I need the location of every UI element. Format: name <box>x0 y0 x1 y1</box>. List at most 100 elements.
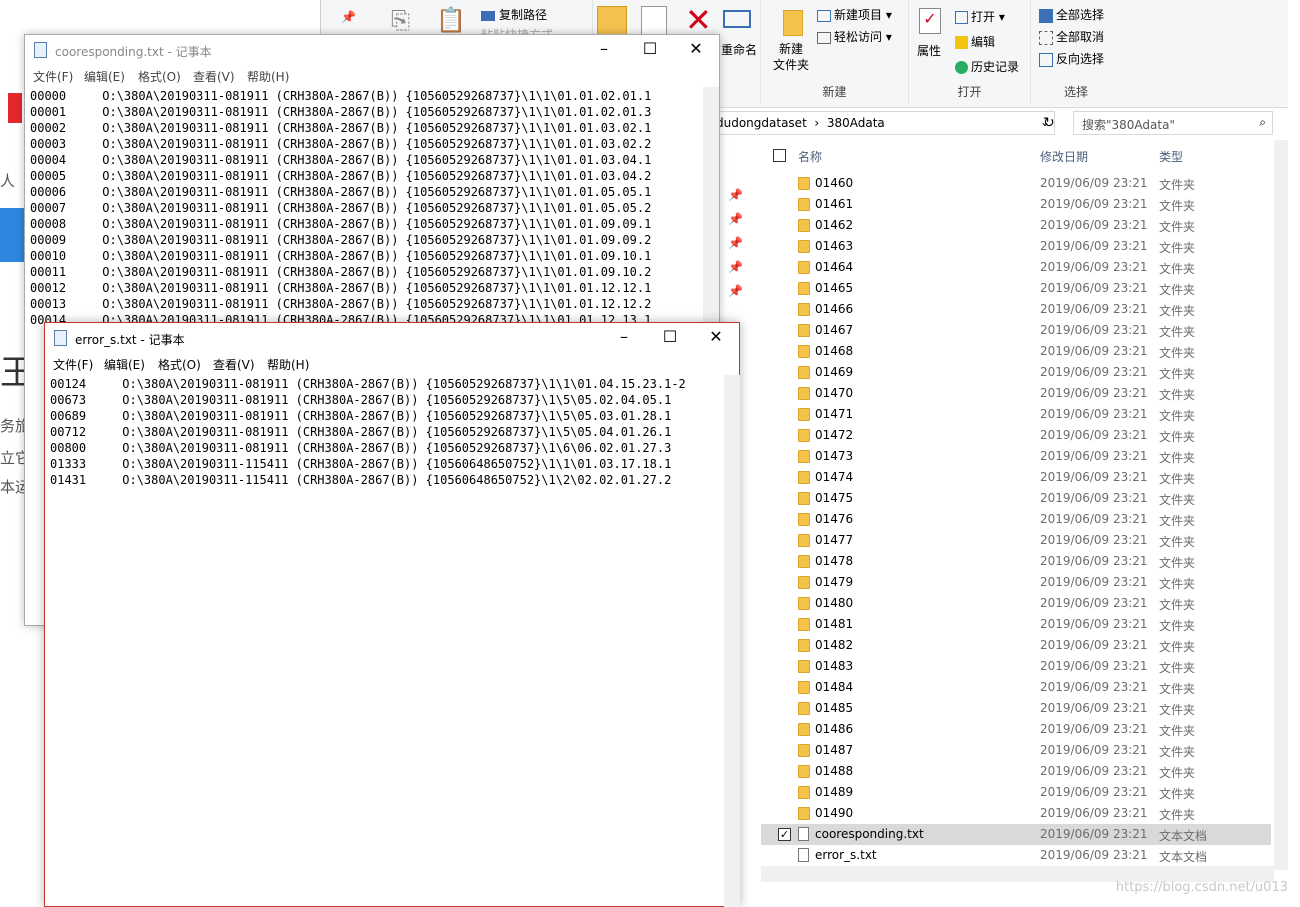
menu-edit[interactable]: 编辑(E) <box>84 68 125 85</box>
address-bar[interactable]: dudongdataset › 380Adata ⌄ <box>713 111 1055 135</box>
pin-icon[interactable]: 📌 <box>728 236 743 250</box>
file-row[interactable]: 01465 2019/06/09 23:21 文件夹 <box>761 278 1271 299</box>
file-row[interactable]: 01473 2019/06/09 23:21 文件夹 <box>761 446 1271 467</box>
file-row[interactable]: 01489 2019/06/09 23:21 文件夹 <box>761 782 1271 803</box>
rename-button[interactable]: 重命名 <box>721 41 757 58</box>
file-row[interactable]: 01466 2019/06/09 23:21 文件夹 <box>761 299 1271 320</box>
menu-file[interactable]: 文件(F) <box>33 68 73 85</box>
file-row[interactable]: 01488 2019/06/09 23:21 文件夹 <box>761 761 1271 782</box>
new-folder-button[interactable]: 新建 文件夹 <box>773 41 809 73</box>
menu-help[interactable]: 帮助(H) <box>247 68 289 85</box>
file-row[interactable]: 01479 2019/06/09 23:21 文件夹 <box>761 572 1271 593</box>
file-date: 2019/06/09 23:21 <box>1040 722 1148 736</box>
file-type: 文件夹 <box>1159 766 1196 780</box>
pin-icon[interactable]: 📌 <box>728 212 743 226</box>
file-row[interactable]: 01478 2019/06/09 23:21 文件夹 <box>761 551 1271 572</box>
menu-format[interactable]: 格式(O) <box>158 356 201 373</box>
file-row[interactable]: 01480 2019/06/09 23:21 文件夹 <box>761 593 1271 614</box>
file-row[interactable]: 01463 2019/06/09 23:21 文件夹 <box>761 236 1271 257</box>
file-row[interactable]: 01464 2019/06/09 23:21 文件夹 <box>761 257 1271 278</box>
file-row[interactable]: error_s.txt 2019/06/09 23:21 文本文档 <box>761 845 1271 866</box>
file-date: 2019/06/09 23:21 <box>1040 554 1148 568</box>
menu-file[interactable]: 文件(F) <box>53 356 93 373</box>
row-checkbox[interactable]: ✓ <box>778 828 791 841</box>
select-all-checkbox[interactable] <box>773 149 786 162</box>
file-row[interactable]: 01475 2019/06/09 23:21 文件夹 <box>761 488 1271 509</box>
file-row[interactable]: 01460 2019/06/09 23:21 文件夹 <box>761 173 1271 194</box>
column-header-type[interactable]: 类型 <box>1159 148 1183 165</box>
column-header-date[interactable]: 修改日期 <box>1040 148 1088 165</box>
paste-icon[interactable]: 📋 <box>436 6 466 34</box>
close-icon[interactable]: ✕ <box>673 39 719 58</box>
file-row[interactable]: 01486 2019/06/09 23:21 文件夹 <box>761 719 1271 740</box>
text-file-icon <box>798 848 809 862</box>
delete-icon[interactable]: ✕ <box>685 2 712 38</box>
file-name: 01487 <box>815 743 854 757</box>
menu-help[interactable]: 帮助(H) <box>267 356 309 373</box>
minimize-icon[interactable]: – <box>581 39 627 58</box>
file-row[interactable]: 01481 2019/06/09 23:21 文件夹 <box>761 614 1271 635</box>
select-none-button[interactable]: 全部取消 <box>1039 28 1104 45</box>
copy-to-icon[interactable] <box>641 6 667 36</box>
copy-path-button[interactable]: 复制路径 <box>481 6 547 23</box>
menu-edit[interactable]: 编辑(E) <box>104 356 145 373</box>
refresh-icon[interactable]: ↻ <box>1043 115 1055 131</box>
properties-button[interactable]: 属性 <box>917 42 941 59</box>
file-row[interactable]: 01468 2019/06/09 23:21 文件夹 <box>761 341 1271 362</box>
column-header-name[interactable]: 名称 <box>798 148 822 165</box>
new-item-button[interactable]: 新建项目 ▾ <box>817 6 892 23</box>
folder-icon <box>798 555 810 568</box>
text-scrollbar[interactable] <box>724 375 740 907</box>
history-button[interactable]: 历史记录 <box>955 58 1019 75</box>
file-row[interactable]: 01472 2019/06/09 23:21 文件夹 <box>761 425 1271 446</box>
file-row[interactable]: 01462 2019/06/09 23:21 文件夹 <box>761 215 1271 236</box>
file-row[interactable]: 01490 2019/06/09 23:21 文件夹 <box>761 803 1271 824</box>
pin-icon[interactable]: 📌 <box>728 188 743 202</box>
file-row[interactable]: 01483 2019/06/09 23:21 文件夹 <box>761 656 1271 677</box>
easy-access-button[interactable]: 轻松访问 ▾ <box>817 28 892 45</box>
close-icon[interactable]: ✕ <box>693 327 739 346</box>
pin-icon[interactable]: 📌 <box>728 284 743 298</box>
maximize-icon[interactable]: ☐ <box>627 39 673 58</box>
file-row[interactable]: 01470 2019/06/09 23:21 文件夹 <box>761 383 1271 404</box>
file-date: 2019/06/09 23:21 <box>1040 575 1148 589</box>
file-row[interactable]: 01469 2019/06/09 23:21 文件夹 <box>761 362 1271 383</box>
move-to-icon[interactable] <box>597 6 627 36</box>
open-button[interactable]: 打开 ▾ <box>955 8 1005 25</box>
folder-icon <box>798 219 810 232</box>
menu-view[interactable]: 查看(V) <box>193 68 235 85</box>
file-name: 01485 <box>815 701 854 715</box>
open-label: 打开 <box>971 10 996 24</box>
invert-selection-button[interactable]: 反向选择 <box>1039 50 1104 67</box>
search-input[interactable]: 搜索"380Adata" ⌕ <box>1073 111 1273 135</box>
menu-format[interactable]: 格式(O) <box>138 68 181 85</box>
file-date: 2019/06/09 23:21 <box>1040 680 1148 694</box>
file-row[interactable]: 01467 2019/06/09 23:21 文件夹 <box>761 320 1271 341</box>
file-row[interactable]: 01477 2019/06/09 23:21 文件夹 <box>761 530 1271 551</box>
edit-button[interactable]: 编辑 <box>955 33 995 50</box>
minimize-icon[interactable]: – <box>601 327 647 346</box>
file-row[interactable]: 01484 2019/06/09 23:21 文件夹 <box>761 677 1271 698</box>
file-date: 2019/06/09 23:21 <box>1040 827 1148 841</box>
text-area[interactable]: 00000 O:\380A\20190311-081911 (CRH380A-2… <box>30 88 651 328</box>
select-none-label: 全部取消 <box>1056 30 1105 44</box>
file-row[interactable]: 01461 2019/06/09 23:21 文件夹 <box>761 194 1271 215</box>
file-row[interactable]: 01476 2019/06/09 23:21 文件夹 <box>761 509 1271 530</box>
file-row[interactable]: 01482 2019/06/09 23:21 文件夹 <box>761 635 1271 656</box>
pin-icon[interactable]: 📌 <box>341 10 356 24</box>
menu-view[interactable]: 查看(V) <box>213 356 255 373</box>
search-icon[interactable]: ⌕ <box>1259 115 1266 130</box>
easy-access-label: 轻松访问 <box>834 30 883 44</box>
pin-icon[interactable]: 📌 <box>728 260 743 274</box>
file-row[interactable]: ✓ cooresponding.txt 2019/06/09 23:21 文本文档 <box>761 824 1271 845</box>
text-area[interactable]: 00124 O:\380A\20190311-081911 (CRH380A-2… <box>50 376 686 488</box>
file-type: 文件夹 <box>1159 535 1196 549</box>
file-row[interactable]: 01471 2019/06/09 23:21 文件夹 <box>761 404 1271 425</box>
file-row[interactable]: 01485 2019/06/09 23:21 文件夹 <box>761 698 1271 719</box>
file-row[interactable]: 01474 2019/06/09 23:21 文件夹 <box>761 467 1271 488</box>
select-all-button[interactable]: 全部选择 <box>1039 6 1104 23</box>
maximize-icon[interactable]: ☐ <box>647 327 693 346</box>
copy-icon[interactable]: ⎘ <box>391 6 410 34</box>
file-list-scrollbar[interactable] <box>1274 140 1288 870</box>
file-row[interactable]: 01487 2019/06/09 23:21 文件夹 <box>761 740 1271 761</box>
